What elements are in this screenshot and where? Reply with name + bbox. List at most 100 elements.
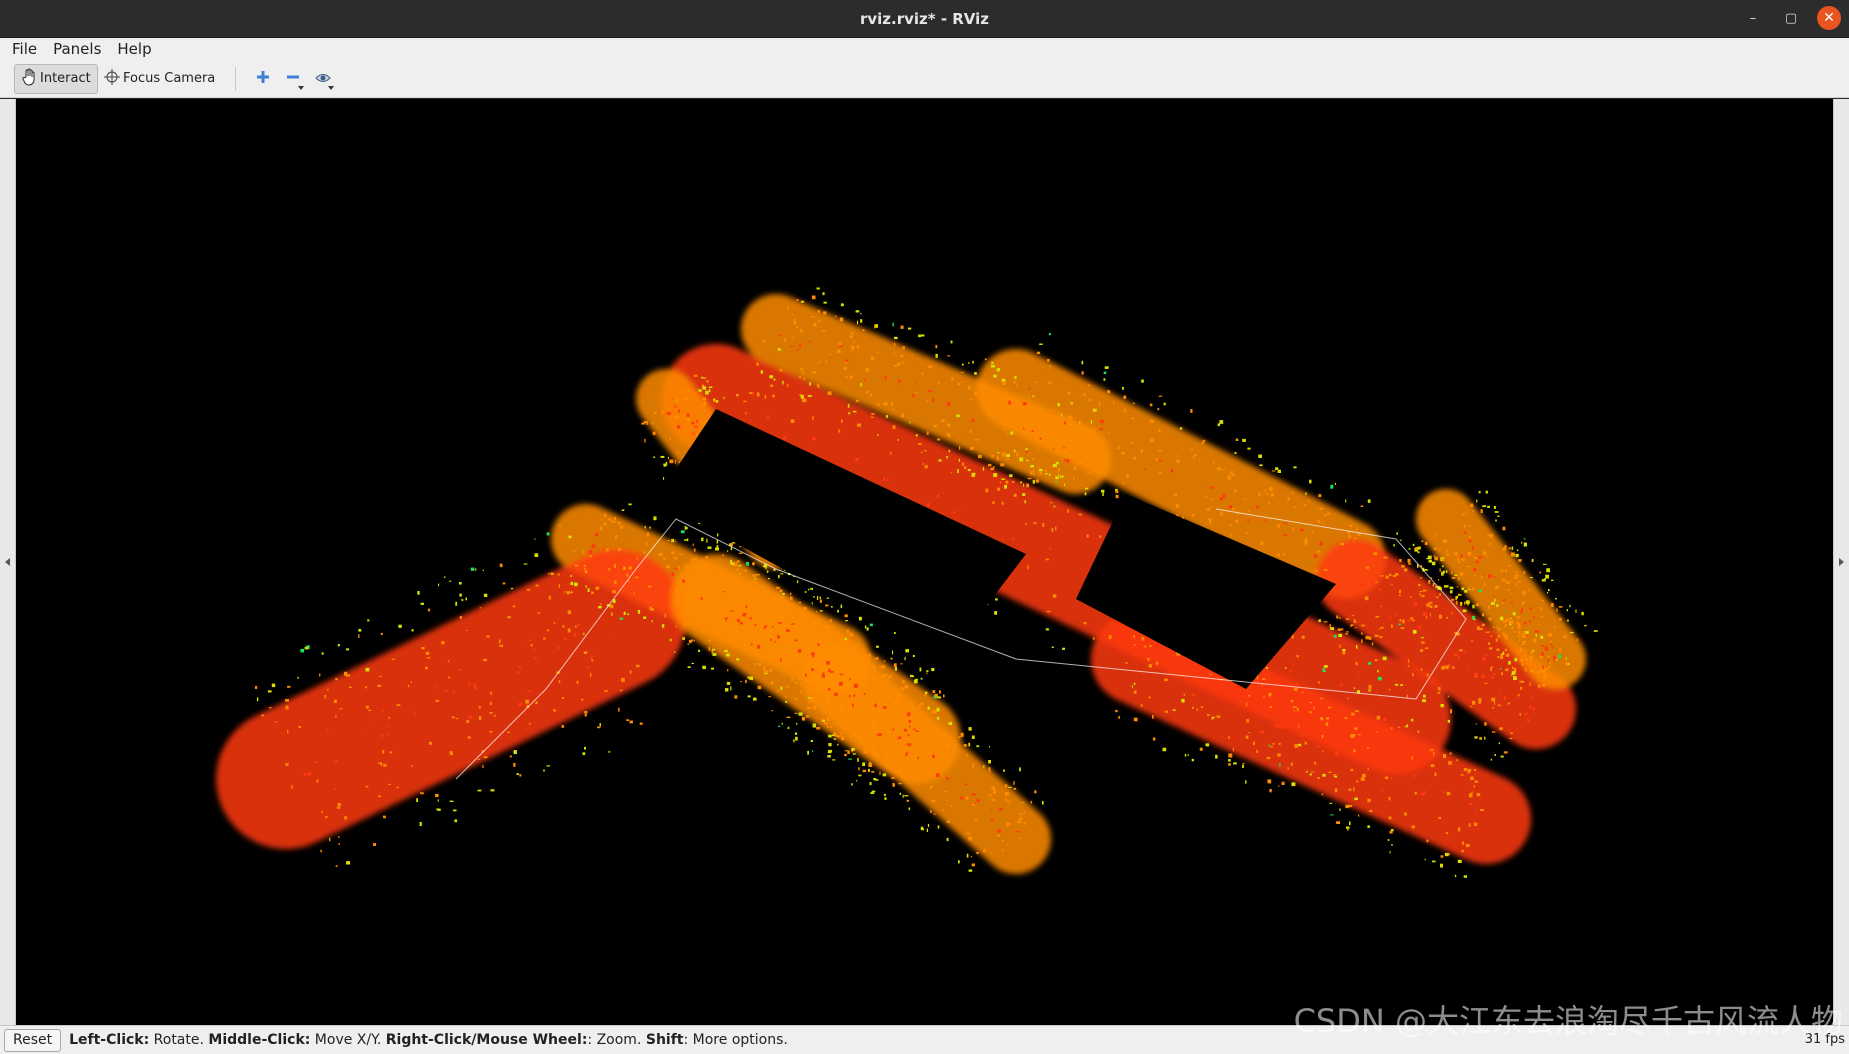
cloud-point xyxy=(776,605,779,609)
cloud-point xyxy=(1380,626,1384,629)
cloud-point xyxy=(857,320,859,325)
cloud-point xyxy=(1027,477,1032,480)
cloud-point xyxy=(1290,699,1294,703)
cloud-point xyxy=(698,389,702,392)
cloud-point xyxy=(1364,596,1369,601)
right-dock-handle[interactable] xyxy=(1833,99,1849,1025)
cloud-point xyxy=(1518,559,1522,562)
cloud-point xyxy=(928,390,932,392)
cloud-point xyxy=(1348,788,1352,791)
cloud-point xyxy=(1480,809,1484,811)
cloud-point xyxy=(1176,459,1180,463)
cloud-point xyxy=(837,743,839,746)
cloud-point xyxy=(584,713,587,717)
cloud-point xyxy=(1420,792,1425,796)
cloud-point xyxy=(528,723,531,725)
cloud-point xyxy=(1035,479,1039,483)
cloud-point xyxy=(669,638,672,642)
cloud-point xyxy=(826,661,830,665)
cloud-point xyxy=(872,666,876,669)
cloud-point xyxy=(763,613,767,616)
cloud-point xyxy=(1463,651,1466,653)
cloud-point xyxy=(757,644,761,649)
cloud-point xyxy=(1399,559,1402,563)
cloud-point xyxy=(455,601,458,606)
cloud-point xyxy=(726,653,730,657)
cloud-point xyxy=(1529,682,1531,687)
minimize-button[interactable]: – xyxy=(1741,6,1765,30)
remove-tool-button[interactable] xyxy=(278,64,308,94)
cloud-point xyxy=(882,773,887,777)
cloud-point xyxy=(892,782,895,786)
cloud-point xyxy=(1525,658,1528,660)
cloud-point xyxy=(535,701,538,705)
cloud-point xyxy=(365,785,369,788)
cloud-point xyxy=(772,394,775,398)
cloud-point xyxy=(868,768,870,772)
cloud-point xyxy=(1079,459,1084,463)
cloud-point xyxy=(971,473,975,477)
cloud-point xyxy=(1235,519,1239,523)
cloud-point xyxy=(702,386,707,390)
point-cloud-map xyxy=(16,99,1833,1025)
cloud-point xyxy=(1230,471,1234,475)
view-tool-button[interactable] xyxy=(308,64,338,94)
cloud-point xyxy=(1469,535,1472,539)
cloud-point xyxy=(1521,641,1525,645)
cloud-point xyxy=(823,311,827,315)
cloud-point xyxy=(1053,430,1057,434)
cloud-point xyxy=(771,681,774,685)
menu-panels[interactable]: Panels xyxy=(47,40,107,58)
cloud-point xyxy=(1117,446,1120,450)
cloud-point xyxy=(1449,590,1453,594)
cloud-point xyxy=(1144,468,1146,471)
cloud-point xyxy=(1380,575,1384,577)
cloud-point xyxy=(853,340,855,344)
cloud-point xyxy=(1445,665,1449,670)
menu-file[interactable]: File xyxy=(6,40,43,58)
cloud-point xyxy=(1126,474,1129,478)
cloud-point xyxy=(1215,754,1218,759)
cloud-point xyxy=(1485,654,1488,656)
cloud-point xyxy=(858,774,862,777)
cloud-point xyxy=(832,759,836,761)
cloud-point xyxy=(821,330,826,332)
maximize-button[interactable]: ▢ xyxy=(1779,6,1803,30)
add-tool-button[interactable] xyxy=(248,64,278,94)
status-bar: Reset Left-Click: Rotate. Middle-Click: … xyxy=(0,1025,1849,1054)
cloud-point xyxy=(1561,641,1563,643)
cloud-point xyxy=(935,344,938,349)
cloud-point xyxy=(840,604,843,609)
cloud-point xyxy=(904,759,907,762)
cloud-point xyxy=(1322,773,1326,777)
cloud-point xyxy=(1064,439,1067,441)
cloud-point xyxy=(1030,465,1035,468)
cloud-point xyxy=(1357,734,1361,736)
reset-button[interactable]: Reset xyxy=(4,1028,62,1052)
focus-camera-tool-button[interactable]: Focus Camera xyxy=(98,64,221,94)
cloud-point xyxy=(1374,634,1379,637)
close-button[interactable]: ✕ xyxy=(1817,6,1841,30)
cloud-point xyxy=(534,538,536,540)
cloud-point xyxy=(666,564,670,569)
cloud-point xyxy=(1102,492,1104,497)
left-dock-handle[interactable] xyxy=(0,99,16,1025)
cloud-point xyxy=(941,419,945,422)
cloud-point xyxy=(1472,546,1474,550)
cloud-point xyxy=(1287,497,1290,501)
cloud-point xyxy=(1152,737,1156,741)
render-viewport[interactable] xyxy=(16,99,1833,1025)
cloud-point xyxy=(1006,454,1010,457)
cloud-point xyxy=(646,565,649,569)
cloud-point xyxy=(827,639,830,642)
cloud-point xyxy=(367,729,368,731)
cloud-point xyxy=(1496,648,1500,651)
cloud-point xyxy=(1576,638,1579,642)
menu-help[interactable]: Help xyxy=(111,40,157,58)
cloud-point xyxy=(1073,476,1075,481)
cloud-point xyxy=(869,393,873,397)
cloud-point xyxy=(1487,534,1490,537)
cloud-point xyxy=(966,832,970,835)
cloud-point xyxy=(869,761,871,764)
interact-tool-button[interactable]: Interact xyxy=(14,63,98,94)
